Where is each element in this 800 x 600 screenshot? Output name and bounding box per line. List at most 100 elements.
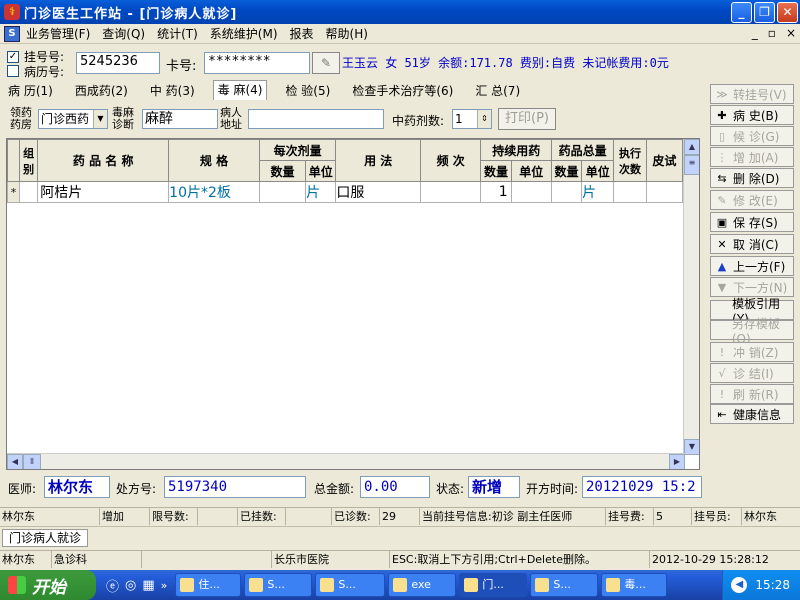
diagnosis-input[interactable]: 麻醉 — [142, 109, 218, 129]
print-button[interactable]: 打印(P) — [498, 108, 556, 130]
scroll-up-icon[interactable]: ▲ — [684, 139, 699, 155]
hscroll-thumb[interactable]: ⦀ — [23, 454, 41, 469]
frequency-header[interactable]: 频 次 — [419, 139, 482, 182]
card-reader-button[interactable]: ✎ — [312, 52, 340, 74]
task-button-7[interactable]: 毒... — [601, 573, 668, 597]
duration-unit-cell[interactable] — [510, 181, 552, 203]
vertical-scrollbar[interactable]: ▲ ≡ ▼ — [683, 139, 699, 455]
skin-test-cell[interactable] — [645, 181, 684, 203]
reg-number-input[interactable]: 5245236 — [76, 52, 160, 74]
quicklaunch-more-icon[interactable]: » — [161, 579, 168, 592]
chrome-icon[interactable]: ◎ — [125, 578, 136, 593]
menu-business[interactable]: 业务管理(F) — [26, 25, 90, 42]
menu-system[interactable]: 系统维护(M) — [210, 25, 278, 42]
mdi-tab-outpatient[interactable]: 门诊病人就诊 — [2, 529, 88, 547]
address-input[interactable] — [248, 109, 384, 129]
drug-name-header[interactable]: 药 品 名 称 — [37, 139, 170, 182]
total-header[interactable]: 药品总量 — [550, 139, 615, 161]
action-button-15[interactable]: ! 刷 新(R) — [710, 384, 794, 404]
total-unit-cell[interactable]: 片 — [581, 181, 615, 203]
group-header[interactable]: 组别 — [19, 139, 39, 182]
skin-test-header[interactable]: 皮试 — [645, 139, 684, 182]
exec-times-cell[interactable] — [613, 181, 647, 203]
title-bar: ⚕ 门诊医生工作站 - [门诊病人就诊] _ ❐ ✕ — [0, 0, 800, 24]
tab-western-drug[interactable]: 西成药(2) — [71, 82, 132, 100]
card-label: 卡号: — [166, 59, 197, 74]
spec-header[interactable]: 规 格 — [168, 139, 260, 182]
dose-unit-cell[interactable]: 片 — [305, 181, 337, 203]
scroll-right-icon[interactable]: ▶ — [669, 454, 685, 469]
tab-narcotic[interactable]: 毒 麻(4) — [212, 80, 268, 100]
stepper-icon[interactable]: ⇕ — [477, 110, 491, 128]
ie-icon[interactable]: ⓔ — [106, 576, 119, 595]
card-number-input[interactable]: ******** — [204, 52, 310, 74]
frequency-cell[interactable] — [419, 181, 482, 203]
reg-checkbox[interactable]: ✓ — [7, 51, 19, 63]
action-button-7[interactable]: ▣ 保 存(S) — [710, 212, 794, 232]
action-button-16[interactable]: ⇤ 健康信息 — [710, 404, 794, 424]
herb-count-stepper[interactable]: 1 ⇕ — [452, 109, 492, 129]
chevron-down-icon[interactable]: ▼ — [93, 110, 107, 128]
up-arrow-icon: ▲ — [717, 259, 727, 273]
action-button-3[interactable]: ▯ 候 诊(G) — [710, 126, 794, 146]
action-button-14[interactable]: √ 诊 结(I) — [710, 363, 794, 383]
exec-times-header[interactable]: 执行次数 — [613, 139, 647, 182]
tab-record[interactable]: 病 历(1) — [4, 82, 57, 100]
action-button-4[interactable]: ⋮ 增 加(A) — [710, 147, 794, 167]
app-menu-icon[interactable]: S — [4, 25, 20, 42]
task-button-4[interactable]: exe — [388, 573, 457, 597]
menu-query[interactable]: 查询(Q) — [102, 25, 145, 42]
tray-arrow-icon[interactable]: ◀ — [731, 577, 748, 593]
task-button-3[interactable]: S... — [315, 573, 386, 597]
tab-chinese-drug[interactable]: 中 药(3) — [146, 82, 199, 100]
duration-qty-cell[interactable]: 1 — [480, 181, 512, 203]
windows-flag-icon — [8, 576, 26, 594]
mdi-close-button[interactable]: × — [786, 26, 796, 40]
start-button[interactable]: 开始 — [0, 570, 96, 600]
drug-name-cell[interactable]: 阿桔片 — [37, 181, 170, 203]
scroll-thumb[interactable]: ≡ — [684, 155, 699, 175]
menu-reports[interactable]: 报表 — [290, 25, 314, 42]
action-button-12[interactable]: 另存模板(O) — [710, 317, 794, 346]
close-button[interactable]: ✕ — [777, 2, 798, 23]
state-field: 新增 — [468, 476, 520, 498]
dose-unit-header: 单位 — [305, 160, 337, 182]
action-button-1[interactable]: ≫ 转挂号(V) — [710, 84, 794, 104]
task-button-1[interactable]: 住... — [175, 573, 242, 597]
task-button-6[interactable]: S... — [530, 573, 599, 597]
system-tray: ◀ 15:28 — [722, 570, 800, 600]
menu-help[interactable]: 帮助(H) — [326, 25, 368, 42]
dose-header[interactable]: 每次剂量 — [258, 139, 337, 161]
total-qty-cell[interactable] — [550, 181, 583, 203]
mdi-restore-button[interactable]: ▫ — [768, 26, 776, 40]
table-row[interactable]: * 阿桔片 10片*2板 片 口服 1 片 — [7, 181, 684, 203]
tab-lab[interactable]: 检 验(5) — [281, 82, 334, 100]
scroll-down-icon[interactable]: ▼ — [684, 439, 699, 455]
task-button-5[interactable]: 门... — [459, 573, 528, 597]
tab-exam[interactable]: 检查手术治疗等(6) — [348, 82, 457, 100]
tab-summary[interactable]: 汇 总(7) — [471, 82, 524, 100]
usage-header[interactable]: 用 法 — [335, 139, 421, 182]
minimize-button[interactable]: _ — [731, 2, 752, 23]
scroll-left-icon[interactable]: ◀ — [7, 454, 23, 469]
action-button-2[interactable]: ✚ 病 史(B) — [710, 105, 794, 125]
action-button-8[interactable]: ✕ 取 消(C) — [710, 234, 794, 254]
chart-checkbox[interactable] — [7, 65, 19, 77]
usage-cell[interactable]: 口服 — [335, 181, 421, 203]
menu-statistics[interactable]: 统计(T) — [157, 25, 198, 42]
duration-header[interactable]: 持续用药 — [480, 139, 552, 161]
task-button-2[interactable]: S... — [244, 573, 313, 597]
spec-cell[interactable]: 10片*2板 — [168, 181, 260, 203]
action-button-5[interactable]: ⇆ 删 除(D) — [710, 168, 794, 188]
action-button-13[interactable]: ! 冲 销(Z) — [710, 342, 794, 362]
pharmacy-select[interactable]: 门诊西药 ▼ — [38, 109, 108, 129]
dose-qty-cell[interactable] — [258, 181, 307, 203]
group-cell[interactable] — [19, 181, 39, 203]
action-button-6[interactable]: ✎ 修 改(E) — [710, 190, 794, 210]
window-controls: _ ❐ ✕ — [731, 2, 798, 23]
app-quicklaunch-icon[interactable]: ▦ — [142, 578, 154, 593]
action-button-9[interactable]: ▲ 上一方(F) — [710, 256, 794, 276]
mdi-minimize-button[interactable]: _ — [752, 26, 758, 40]
restore-button[interactable]: ❐ — [754, 2, 775, 23]
horizontal-scrollbar[interactable]: ◀ ⦀ ▶ — [7, 453, 685, 469]
